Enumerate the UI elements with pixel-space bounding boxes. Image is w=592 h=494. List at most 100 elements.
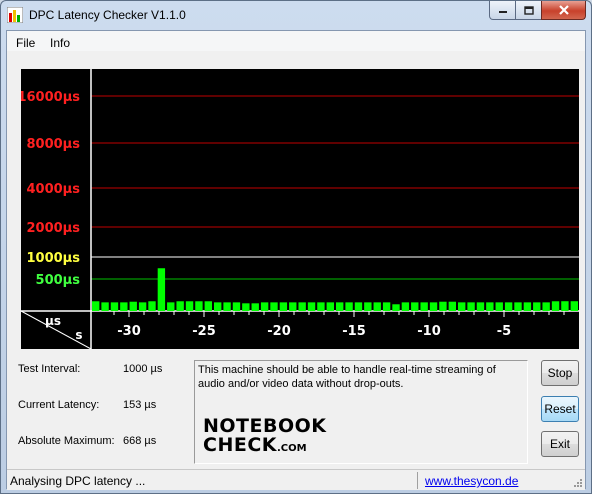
latency-bar (542, 302, 550, 311)
latency-bar (467, 302, 475, 311)
latency-bar (110, 302, 119, 311)
latency-bar (476, 302, 485, 311)
latency-bar (326, 302, 334, 311)
x-tick-label: -5 (497, 324, 511, 339)
x-tick-label: -15 (342, 324, 366, 339)
absolute-maximum-value: 668 µs (123, 435, 157, 447)
unit-x-label: s (75, 328, 82, 342)
latency-bar (148, 301, 156, 311)
minimize-icon (498, 11, 507, 13)
latency-bar (514, 302, 522, 311)
bar-chart-icon (7, 7, 23, 23)
test-interval-label: Test Interval: (18, 363, 81, 375)
latency-bar (223, 302, 231, 311)
status-text: Analysing DPC latency ... (10, 474, 146, 488)
latency-bar (317, 302, 325, 311)
logo-suffix: .COM (277, 443, 307, 454)
stop-button[interactable]: Stop (541, 360, 579, 386)
latency-bar (307, 302, 316, 311)
latency-bar (429, 302, 438, 311)
latency-bar (354, 302, 363, 311)
latency-graph: 16000µs 8000µs 4000µs 2000µs 1000µs 500µs µs s -… (21, 69, 579, 349)
latency-bar (195, 301, 203, 311)
y-axis-label: 1000µs (27, 251, 81, 266)
latency-bar (260, 302, 269, 311)
latency-bar (345, 302, 353, 311)
latency-bar (411, 302, 419, 311)
y-axis-label: 16000µs (21, 90, 80, 105)
y-axis-label: 4000µs (27, 182, 81, 197)
latency-bar (486, 302, 494, 311)
latency-bar (129, 301, 137, 311)
current-latency-label: Current Latency: (18, 399, 100, 411)
latency-bar (392, 304, 400, 311)
latency-bar (157, 268, 166, 311)
minimize-button[interactable] (489, 1, 516, 20)
title-bar[interactable]: DPC Latency Checker V1.1.0 (1, 1, 591, 30)
latency-bar (458, 302, 466, 311)
latency-bar (251, 303, 259, 311)
x-tick-label: -30 (117, 324, 141, 339)
latency-bar (336, 302, 344, 311)
status-message: This machine should be able to handle re… (198, 364, 496, 390)
app-window: DPC Latency Checker V1.1.0 File Info 160… (0, 0, 592, 494)
maximize-button[interactable] (515, 1, 542, 20)
latency-bar (120, 302, 128, 311)
exit-button[interactable]: Exit (541, 431, 579, 457)
latency-bar (504, 302, 513, 311)
latency-bar (561, 301, 569, 311)
status-separator (417, 472, 418, 489)
unit-y-label: µs (45, 314, 61, 328)
maximize-icon (523, 5, 534, 15)
website-link[interactable]: www.thesycon.de (425, 474, 518, 488)
menu-file[interactable]: File (16, 36, 35, 50)
menu-info[interactable]: Info (50, 36, 70, 50)
latency-bar (401, 302, 410, 311)
x-tick-label: -20 (267, 324, 291, 339)
close-button[interactable] (541, 1, 586, 20)
resize-grip-icon[interactable] (573, 478, 583, 488)
x-tick-label: -25 (192, 324, 216, 339)
logo-line2: CHECK.COM (203, 436, 327, 458)
latency-bar (495, 302, 503, 311)
latency-bar (448, 301, 456, 311)
latency-bar (364, 302, 372, 311)
latency-bar (289, 302, 297, 311)
absolute-maximum-label: Absolute Maximum: (18, 435, 115, 447)
reset-button[interactable]: Reset (541, 396, 579, 422)
latency-bar (214, 302, 222, 311)
close-icon (558, 5, 569, 15)
test-interval-value: 1000 µs (123, 363, 163, 375)
latency-bar (138, 302, 147, 311)
y-axis-label: 8000µs (27, 137, 81, 152)
latency-bar (551, 301, 560, 311)
latency-bar (533, 302, 541, 311)
latency-bar (298, 302, 306, 311)
latency-bar (523, 302, 532, 311)
status-bar: Analysing DPC latency ... www.thesycon.d… (7, 469, 585, 490)
notebookcheck-logo: NOTEBOOK CHECK.COM (203, 417, 327, 458)
menu-bar: File Info (7, 31, 585, 51)
current-latency-value: 153 µs (123, 399, 157, 411)
window-title: DPC Latency Checker V1.1.0 (29, 8, 186, 22)
latency-bar (279, 302, 288, 311)
latency-bar (92, 301, 100, 311)
latency-bar (382, 302, 391, 311)
latency-bar (204, 301, 212, 311)
latency-bar (232, 302, 241, 311)
latency-bar (570, 301, 578, 311)
latency-bar (167, 302, 175, 311)
latency-bar (270, 302, 278, 311)
latency-bar (101, 302, 109, 311)
y-axis-label: 500µs (36, 273, 81, 288)
y-axis-label: 2000µs (27, 221, 81, 236)
latency-bar (242, 303, 250, 311)
status-message-box: This machine should be able to handle re… (194, 360, 528, 464)
client-area: File Info 16000µs 8000µs 4000µs 2000µs 1000µ… (6, 30, 586, 490)
latency-bar (420, 302, 428, 311)
latency-bar (439, 301, 447, 311)
logo-check: CHECK (203, 434, 277, 456)
latency-bar (373, 302, 381, 311)
latency-bar (185, 301, 194, 311)
x-tick-label: -10 (417, 324, 441, 339)
